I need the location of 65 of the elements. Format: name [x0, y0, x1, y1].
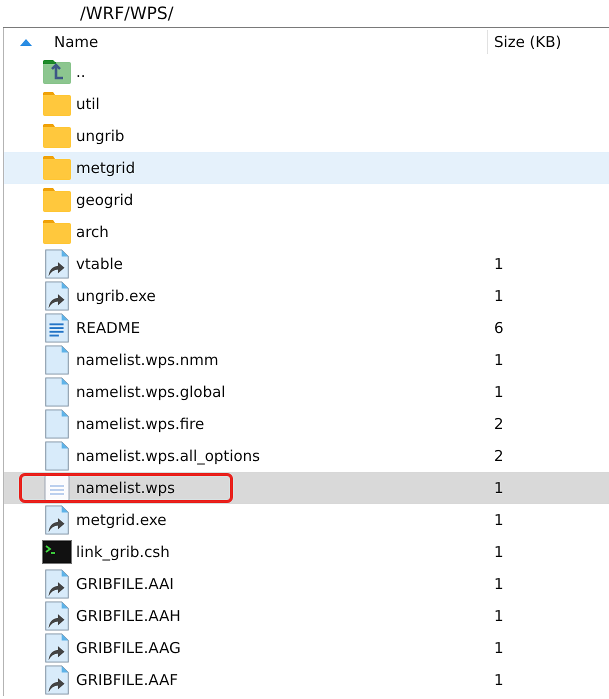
- file-size: 1: [494, 351, 504, 369]
- file-name: metgrid.exe: [76, 511, 166, 529]
- file-name: ..: [76, 63, 86, 81]
- file-row[interactable]: util: [4, 88, 609, 120]
- file-name: GRIBFILE.AAI: [76, 575, 174, 593]
- file-name: vtable: [76, 255, 123, 273]
- file-row[interactable]: README 6: [4, 312, 609, 344]
- file-row[interactable]: namelist.wps.fire 2: [4, 408, 609, 440]
- file-size: 6: [494, 319, 504, 337]
- file-size: 1: [494, 511, 504, 529]
- file-name: namelist.wps.fire: [76, 415, 204, 433]
- folder-icon: [42, 185, 72, 215]
- file-row[interactable]: vtable 1: [4, 248, 609, 280]
- file-row[interactable]: namelist.wps 1: [4, 472, 609, 504]
- file-name: util: [76, 95, 100, 113]
- sort-arrow-icon: [19, 38, 33, 46]
- file-name: GRIBFILE.AAF: [76, 671, 178, 689]
- file-size: 2: [494, 415, 504, 433]
- file-name: namelist.wps.all_options: [76, 447, 260, 465]
- file-row[interactable]: GRIBFILE.AAH 1: [4, 600, 609, 632]
- file-name: GRIBFILE.AAH: [76, 607, 181, 625]
- file-row[interactable]: geogrid: [4, 184, 609, 216]
- file-name: geogrid: [76, 191, 134, 209]
- file-name: GRIBFILE.AAG: [76, 639, 181, 657]
- terminal-icon: [42, 537, 72, 567]
- folder-icon: [42, 121, 72, 151]
- file-row[interactable]: ungrib.exe 1: [4, 280, 609, 312]
- file-size: 1: [494, 255, 504, 273]
- path-text: /WRF/WPS/: [80, 4, 174, 24]
- file-name: ungrib.exe: [76, 287, 156, 305]
- file-name: namelist.wps: [76, 479, 175, 497]
- folder-icon: [42, 89, 72, 119]
- file-row[interactable]: GRIBFILE.AAF 1: [4, 664, 609, 696]
- file-name: link_grib.csh: [76, 543, 170, 561]
- file-size: 1: [494, 479, 504, 497]
- file-row[interactable]: arch: [4, 216, 609, 248]
- file-size: 1: [494, 671, 504, 689]
- file-name: namelist.wps.nmm: [76, 351, 218, 369]
- file-size: 1: [494, 543, 504, 561]
- file-row[interactable]: ungrib: [4, 120, 609, 152]
- file-size: 2: [494, 447, 504, 465]
- file-name: README: [76, 319, 140, 337]
- folder-icon: [42, 217, 72, 247]
- file-row[interactable]: metgrid.exe 1: [4, 504, 609, 536]
- file-row[interactable]: link_grib.csh 1: [4, 536, 609, 568]
- parent-folder-icon: [42, 57, 72, 87]
- file-row[interactable]: GRIBFILE.AAI 1: [4, 568, 609, 600]
- file-size: 1: [494, 287, 504, 305]
- file-size: 1: [494, 607, 504, 625]
- file-size: 1: [494, 639, 504, 657]
- file-row[interactable]: ..: [4, 56, 609, 88]
- file-name: ungrib: [76, 127, 124, 145]
- folder-icon: [42, 153, 72, 183]
- file-size: 1: [494, 575, 504, 593]
- file-name: namelist.wps.global: [76, 383, 226, 401]
- file-name: arch: [76, 223, 109, 241]
- file-row[interactable]: namelist.wps.global 1: [4, 376, 609, 408]
- file-row[interactable]: GRIBFILE.AAG 1: [4, 632, 609, 664]
- file-size: 1: [494, 383, 504, 401]
- file-row[interactable]: metgrid: [4, 152, 609, 184]
- file-row[interactable]: namelist.wps.all_options 2: [4, 440, 609, 472]
- column-header[interactable]: Size (KB): [487, 30, 609, 54]
- file-name: metgrid: [76, 159, 136, 177]
- file-row[interactable]: namelist.wps.nmm 1: [4, 344, 609, 376]
- column-header[interactable]: Name: [4, 33, 98, 51]
